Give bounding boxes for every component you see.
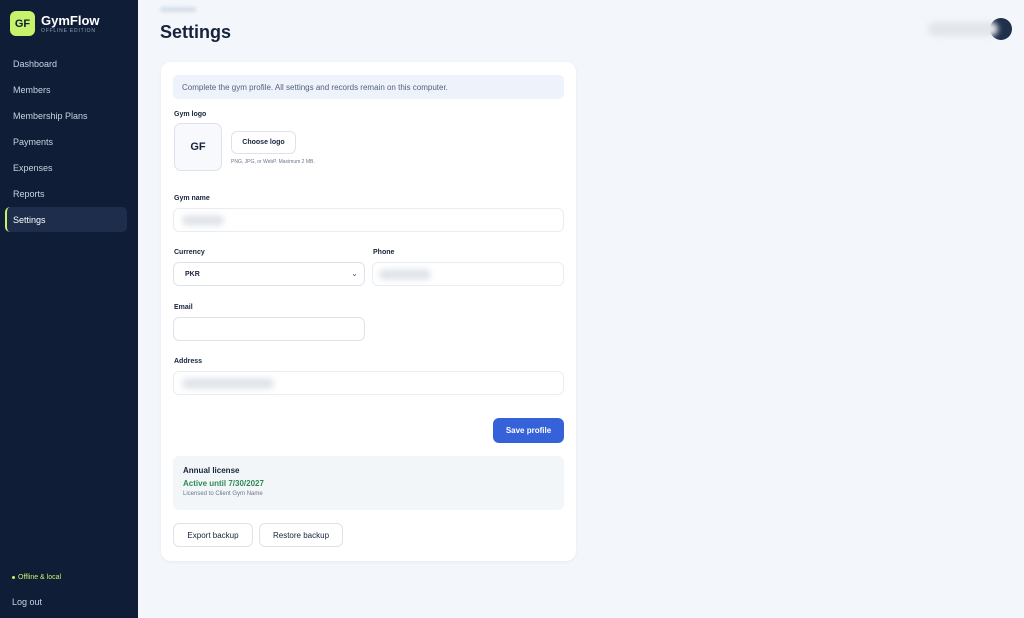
license-title: Annual license [183,466,240,475]
phone-label: Phone [373,249,395,256]
sidebar-item-settings[interactable]: Settings [5,207,127,232]
user-name-redacted [928,22,998,36]
save-profile-button[interactable]: Save profile [493,418,564,443]
logout-button[interactable]: Log out [12,597,42,607]
email-label: Email [174,304,193,311]
address-field[interactable] [173,371,564,395]
gym-profile-card: Complete the gym profile. All settings a… [161,62,576,561]
choose-logo-button[interactable]: Choose logo [231,131,296,154]
logo-hint: PNG, JPG, or WebP. Maximum 2 MB. [231,159,315,165]
user-menu[interactable] [928,18,1014,40]
sidebar: GF GymFlow OFFLINE EDITION Dashboard Mem… [0,0,138,618]
info-notice: Complete the gym profile. All settings a… [173,75,564,99]
offline-status: Offline & local [12,574,61,581]
license-panel: Annual license Active until 7/30/2027 Li… [173,456,564,510]
sidebar-item-dashboard[interactable]: Dashboard [5,51,127,76]
phone-value-redacted [379,269,431,280]
sidebar-item-expenses[interactable]: Expenses [5,155,127,180]
phone-field[interactable] [372,262,564,286]
sidebar-item-reports[interactable]: Reports [5,181,127,206]
currency-value: PKR [185,271,200,278]
restore-backup-button[interactable]: Restore backup [259,523,343,547]
chevron-down-icon: ⌄ [351,269,358,278]
currency-label: Currency [174,249,205,256]
gym-name-label: Gym name [174,195,210,202]
brand: GF GymFlow OFFLINE EDITION [10,11,100,36]
brand-name: GymFlow [41,12,100,28]
email-field[interactable] [173,317,365,341]
offline-status-label: Offline & local [18,574,62,581]
breadcrumb [160,7,196,12]
sidebar-item-payments[interactable]: Payments [5,129,127,154]
sidebar-nav: Dashboard Members Membership Plans Payme… [5,51,127,233]
address-label: Address [174,358,203,365]
currency-select[interactable]: PKR ⌄ [173,262,365,286]
logo-preview: GF [174,123,222,171]
sidebar-item-members[interactable]: Members [5,77,127,102]
brand-edition: OFFLINE EDITION [41,27,96,34]
license-status: Active until 7/30/2027 [183,479,264,488]
gym-name-field[interactable] [173,208,564,232]
license-holder: Licensed to Client Gym Name [183,491,263,497]
status-dot-icon [12,576,15,579]
gym-name-value-redacted [182,215,224,226]
sidebar-item-membership-plans[interactable]: Membership Plans [5,103,127,128]
brand-logo: GF [10,11,35,36]
export-backup-button[interactable]: Export backup [173,523,253,547]
gym-logo-label: Gym logo [174,111,207,118]
page-title: Settings [160,22,232,42]
address-value-redacted [182,378,274,389]
